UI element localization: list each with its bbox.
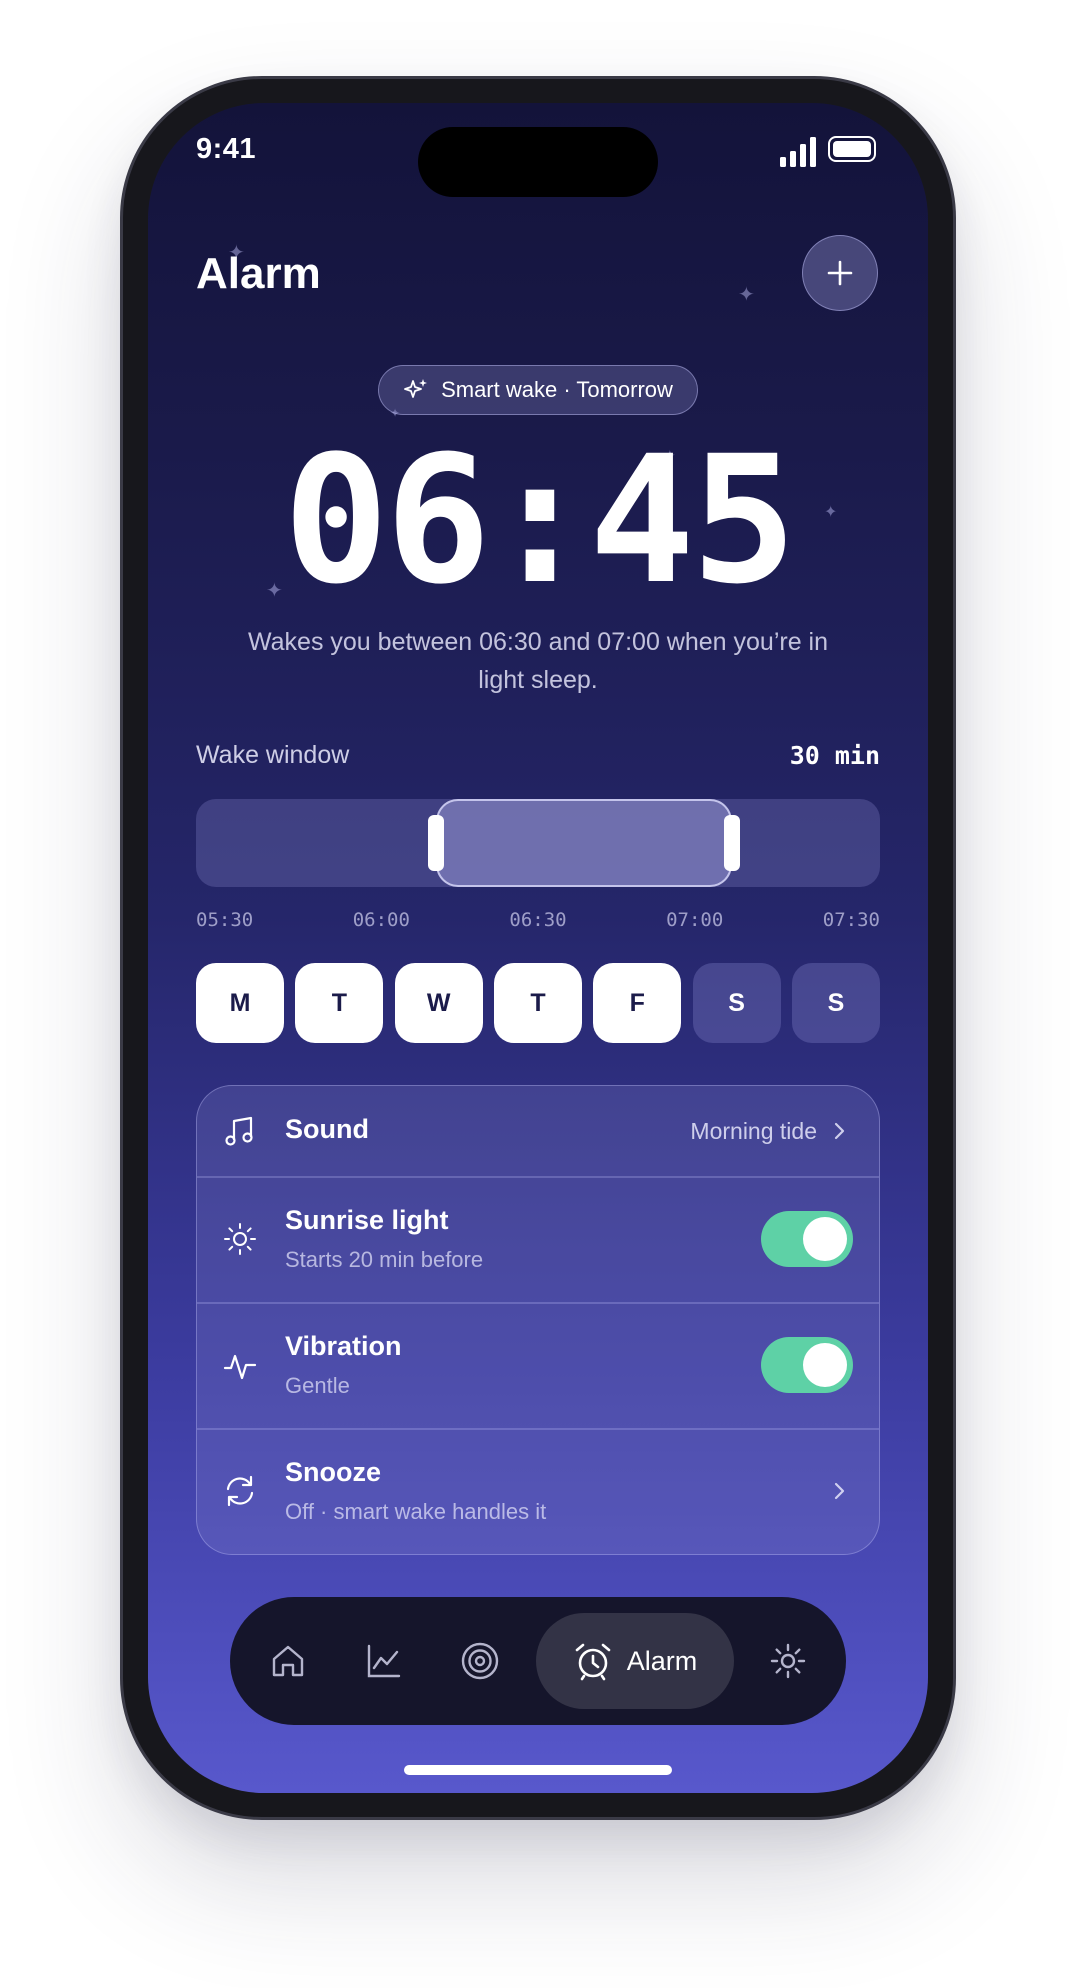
vibration-row: Vibration Gentle xyxy=(197,1303,879,1428)
day-wednesday[interactable]: W xyxy=(394,963,483,1043)
refresh-icon xyxy=(226,1475,254,1507)
tick-label: 06:30 xyxy=(509,909,567,931)
sunrise-light-toggle[interactable] xyxy=(761,1211,853,1267)
sunrise-light-row: Sunrise light Starts 20 min before xyxy=(197,1177,879,1302)
day-sunday[interactable]: S xyxy=(791,963,880,1043)
sunrise-light-title: Sunrise light xyxy=(285,1205,449,1235)
target-icon xyxy=(461,1642,499,1680)
tick-label: 07:00 xyxy=(666,909,724,931)
snooze-title: Snooze xyxy=(285,1457,382,1487)
vibration-subtitle: Gentle xyxy=(285,1373,350,1398)
tick-label: 05:30 xyxy=(196,909,254,931)
alarm-clock-icon xyxy=(575,1643,611,1681)
wake-window-label: Wake window xyxy=(196,741,350,769)
range-start-handle[interactable] xyxy=(428,815,444,871)
sun-icon xyxy=(224,1223,256,1255)
wake-window-ticks: 05:30 06:00 06:30 07:00 07:30 xyxy=(196,909,880,931)
vibration-title: Vibration xyxy=(285,1331,402,1361)
wake-window-range[interactable] xyxy=(436,799,732,887)
alarm-description: Wakes you between 06:30 and 07:00 when y… xyxy=(247,628,829,694)
snooze-subtitle: Off · smart wake handles it xyxy=(285,1499,547,1524)
tick-label: 07:30 xyxy=(822,909,880,931)
tick-label: 06:00 xyxy=(352,909,410,931)
add-alarm-button[interactable] xyxy=(802,235,878,311)
smart-wake-pill[interactable]: Smart wake · Tomorrow xyxy=(378,365,698,415)
home-indicator xyxy=(404,1765,672,1775)
day-tuesday[interactable]: T xyxy=(295,963,384,1043)
sparkles-icon xyxy=(404,379,428,398)
sparkle-decoration: ✦ xyxy=(738,284,755,306)
nav-focus[interactable] xyxy=(440,1621,520,1701)
signal-icon xyxy=(780,137,816,167)
day-thursday[interactable]: T xyxy=(493,963,582,1043)
day-saturday[interactable]: S xyxy=(692,963,781,1043)
nav-settings[interactable] xyxy=(748,1621,828,1701)
settings-icon xyxy=(770,1643,806,1679)
snooze-row[interactable]: Snooze Off · smart wake handles it xyxy=(197,1429,879,1554)
smart-wake-label: Smart wake · Tomorrow xyxy=(441,377,673,402)
repeat-days: M T W T F S S xyxy=(196,963,880,1043)
chevron-right-icon xyxy=(834,1122,845,1140)
page-title: Alarm xyxy=(196,249,321,298)
pulse-icon xyxy=(223,1354,257,1380)
home-icon xyxy=(272,1645,304,1677)
sound-row[interactable]: Sound Morning tide xyxy=(197,1086,879,1176)
plus-icon xyxy=(827,260,853,286)
app-screen: 9:41 ✦ ✦ ✦ ✦ ✦ ✦ Alarm Smart wake · Tomo… xyxy=(148,103,928,1793)
battery-icon xyxy=(828,136,876,162)
nav-home[interactable] xyxy=(248,1621,328,1701)
day-friday[interactable]: F xyxy=(593,963,682,1043)
alarm-time[interactable]: 06:45 xyxy=(148,421,928,621)
day-monday[interactable]: M xyxy=(196,963,284,1043)
chart-icon xyxy=(367,1644,401,1678)
nav-stats[interactable] xyxy=(344,1621,424,1701)
wake-window-value: 30 min xyxy=(789,741,880,770)
dynamic-island xyxy=(418,127,658,197)
sound-value: Morning tide xyxy=(690,1118,817,1144)
nav-alarm[interactable]: Alarm xyxy=(536,1613,734,1709)
chevron-right-icon xyxy=(834,1482,845,1500)
range-end-handle[interactable] xyxy=(724,815,740,871)
sound-title: Sound xyxy=(285,1114,369,1144)
sunrise-light-subtitle: Starts 20 min before xyxy=(285,1247,484,1272)
alarm-settings-card: Sound Morning tide Sunrise light Starts … xyxy=(196,1085,880,1555)
nav-alarm-label: Alarm xyxy=(626,1645,698,1676)
status-time: 9:41 xyxy=(196,133,257,165)
bottom-nav: Alarm xyxy=(230,1597,846,1725)
music-note-icon xyxy=(225,1116,253,1146)
vibration-toggle[interactable] xyxy=(761,1337,853,1393)
